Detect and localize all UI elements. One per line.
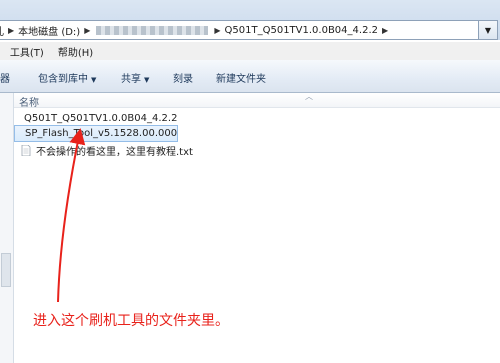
annotation-arrow	[57, 128, 86, 303]
annotation-text: 进入这个刷机工具的文件夹里。	[33, 313, 229, 329]
